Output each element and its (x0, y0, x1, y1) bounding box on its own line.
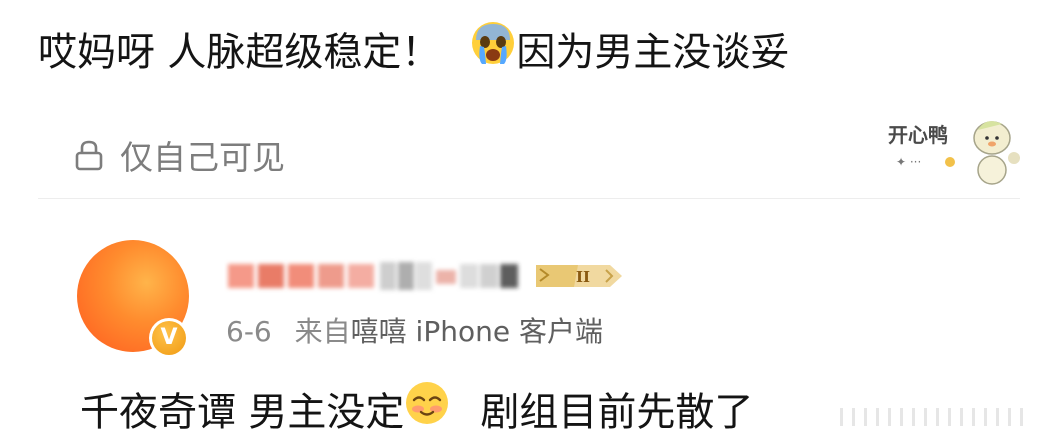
post-body: 千夜奇谭 男主没定 剧组目前先散了 (80, 382, 754, 446)
post-caption-text-a: 哎妈呀 人脉超级稳定！ (38, 30, 441, 76)
happy-duck-sticker: 开心鸭 ✦ ··· (886, 108, 1026, 188)
source-prefix: 来自 (294, 315, 351, 348)
crying-face-emoji-icon (470, 20, 516, 82)
privacy-indicator[interactable]: 仅自己可见 (72, 130, 285, 180)
verified-badge-icon: V (149, 318, 189, 358)
device-source[interactable]: 嘻嘻 iPhone 客户端 (351, 315, 603, 348)
post-date: 6-6 (226, 315, 272, 348)
divider (38, 198, 1020, 199)
svg-text:✦ ···: ✦ ··· (896, 155, 921, 169)
username-blurred[interactable] (224, 254, 524, 296)
post-caption: 哎妈呀 人脉超级稳定！ 因为男主没谈妥 (38, 22, 790, 86)
post-body-text-b: 剧组目前先散了 (480, 390, 754, 436)
smiling-blush-emoji-icon (404, 380, 450, 442)
post-body-text-a: 千夜奇谭 男主没定 (80, 390, 405, 436)
text-fade-mask (800, 400, 1040, 432)
privacy-label: 仅自己可见 (120, 138, 285, 177)
lock-icon (75, 140, 103, 171)
post-caption-text-b: 因为男主没谈妥 (516, 30, 790, 76)
level-badge-icon: II (530, 262, 626, 290)
level-label: II (576, 268, 590, 286)
post-meta: 6-6 来自嘻嘻 iPhone 客户端 (226, 310, 603, 350)
sticker-text: 开心鸭 (888, 123, 948, 147)
